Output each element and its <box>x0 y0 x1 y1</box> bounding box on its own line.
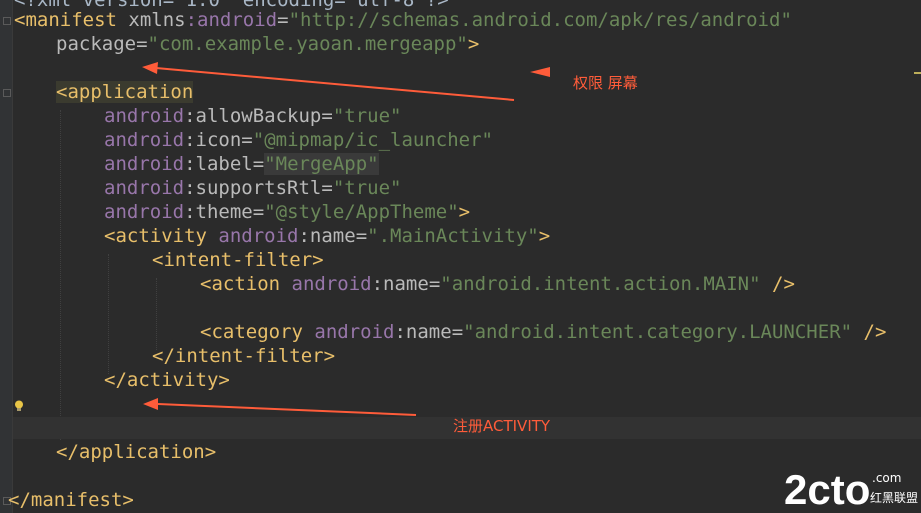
annotation-permissions-screen: 权限 屏幕 <box>573 74 638 92</box>
arrow-to-empty-line <box>143 398 417 416</box>
arrow-small <box>530 67 550 77</box>
annotation-register-activity: 注册ACTIVITY <box>453 417 551 435</box>
watermark-logo-text: 2cto <box>784 466 870 513</box>
watermark-com: .com <box>872 471 901 485</box>
annotation-arrows <box>142 62 550 416</box>
arrow-to-package <box>142 62 515 101</box>
watermark-site: 红黑联盟 <box>870 490 918 505</box>
watermark-logo: 2cto .com 红黑联盟 <box>784 466 918 513</box>
